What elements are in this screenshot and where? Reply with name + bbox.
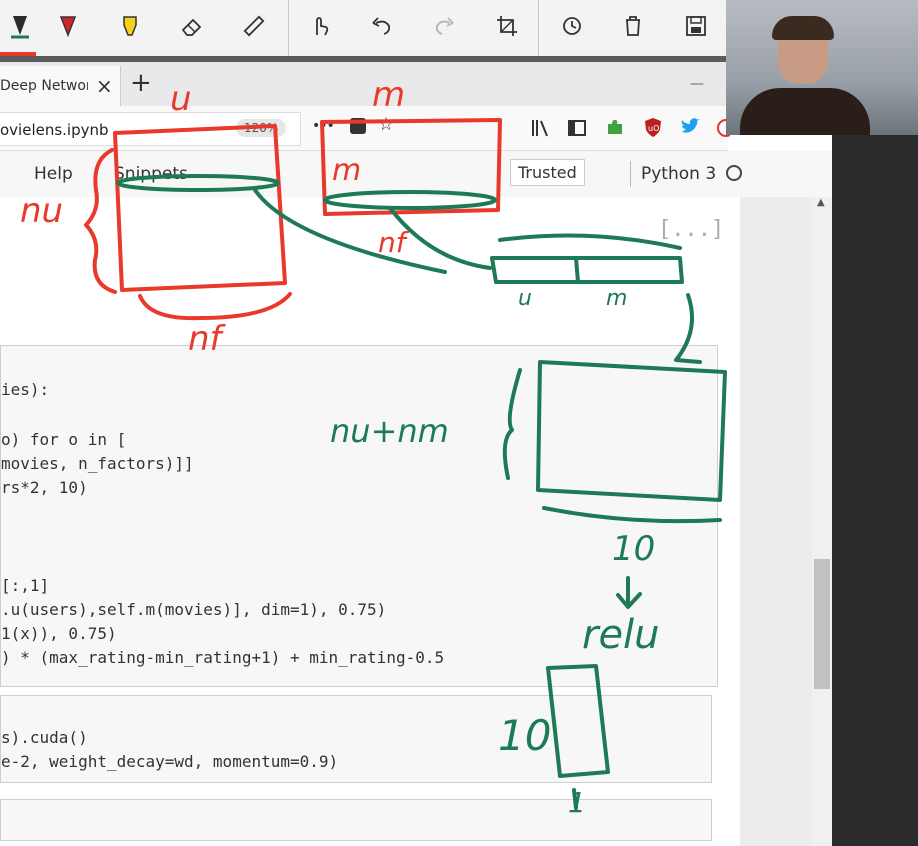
annotation-m: m — [372, 75, 405, 115]
ink-annotations: u m m nu nf nf u m nu+nm 10 relu 10 1 — [20, 75, 727, 819]
annotation-concat-u: u — [518, 286, 532, 311]
arrow-to-relu — [616, 576, 642, 609]
annotation-nf-1: nf — [188, 319, 227, 359]
annotation-nu-plus-nm: nu+nm — [330, 412, 449, 450]
annotation-m-inner: m — [332, 153, 361, 188]
annotation-nf-2: nf — [378, 226, 410, 259]
arrow-to-linear — [674, 293, 702, 364]
user-row-highlight — [116, 174, 280, 192]
concat-divider — [574, 256, 580, 284]
annotation-ten: 10 — [612, 529, 655, 569]
output-vector-box — [546, 664, 610, 778]
user-embedding-box — [113, 124, 287, 292]
nu-nm-brace — [502, 368, 522, 480]
ten-brace — [542, 506, 722, 524]
concat-top-curve — [498, 233, 682, 250]
concat-vector — [490, 256, 684, 284]
annotation-relu: relu — [582, 612, 660, 658]
annotation-ten-out: 10 — [498, 711, 551, 760]
annotation-nu: nu — [20, 191, 63, 231]
annotation-concat-m: m — [606, 286, 627, 311]
annotation-one-out: 1 — [568, 786, 586, 819]
annotation-u: u — [170, 79, 192, 119]
movie-row-highlight — [323, 190, 497, 210]
nu-brace — [84, 148, 117, 294]
nf-brace-1 — [138, 292, 292, 321]
linear-weight-box — [536, 360, 727, 502]
